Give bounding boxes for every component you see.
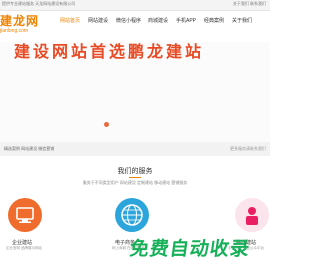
services-title: 我们的服务 — [117, 168, 153, 175]
site-logo[interactable]: 建龙网 — [0, 12, 39, 29]
link-bar-right: 更多服务请联系我们 — [230, 146, 266, 151]
service-card-desc: 企业官网 品牌展示网站 — [6, 246, 42, 250]
site-header — [0, 11, 270, 41]
nav-item-home[interactable]: 网站首页 — [60, 17, 80, 24]
banner-title: 建设网站首选鹏龙建站 — [14, 44, 205, 61]
service-icon-enterprise[interactable] — [8, 198, 42, 232]
top-bar-left-text: 提供专业建站服务 天龙网站建设有限公司 — [2, 1, 76, 6]
banner-slide-dot[interactable] — [104, 122, 109, 127]
services-subtitle: 服务于不同类型用户 网站建设 定制建站 移动建站 营销服务 — [82, 180, 188, 185]
service-icon-globe[interactable] — [115, 198, 149, 232]
services-title-underline — [129, 177, 141, 178]
watermark-overlay: 免费自动收录 — [128, 239, 252, 260]
nav-item-cases[interactable]: 经典案例 — [204, 17, 224, 24]
hero-banner: 建设网站首选鹏龙建站 — [0, 42, 270, 142]
nav-item-web-build[interactable]: 网站建设 — [88, 17, 108, 24]
nav-item-mall[interactable]: 商城建设 — [148, 17, 168, 24]
top-bar-right-links[interactable]: 关于我们 联系我们 — [233, 1, 266, 7]
service-card-label: 企业建站 — [12, 240, 33, 246]
link-bar-left[interactable]: 精选案例 网站建设 微信营销 — [4, 146, 54, 152]
nav-item-app[interactable]: 手机APP — [176, 17, 196, 24]
top-bar: 提供专业建站服务 天龙网站建设有限公司 关于我们 联系我们 — [0, 0, 270, 11]
nav-item-mini-app[interactable]: 微信小程序 — [116, 17, 141, 24]
site-logo-url: jianlong.com — [0, 28, 29, 34]
link-bar: 精选案例 网站建设 微信营销 更多服务请联系我们 — [0, 142, 270, 156]
service-icon-mobile[interactable] — [235, 198, 269, 232]
nav-item-about[interactable]: 关于我们 — [232, 17, 252, 24]
